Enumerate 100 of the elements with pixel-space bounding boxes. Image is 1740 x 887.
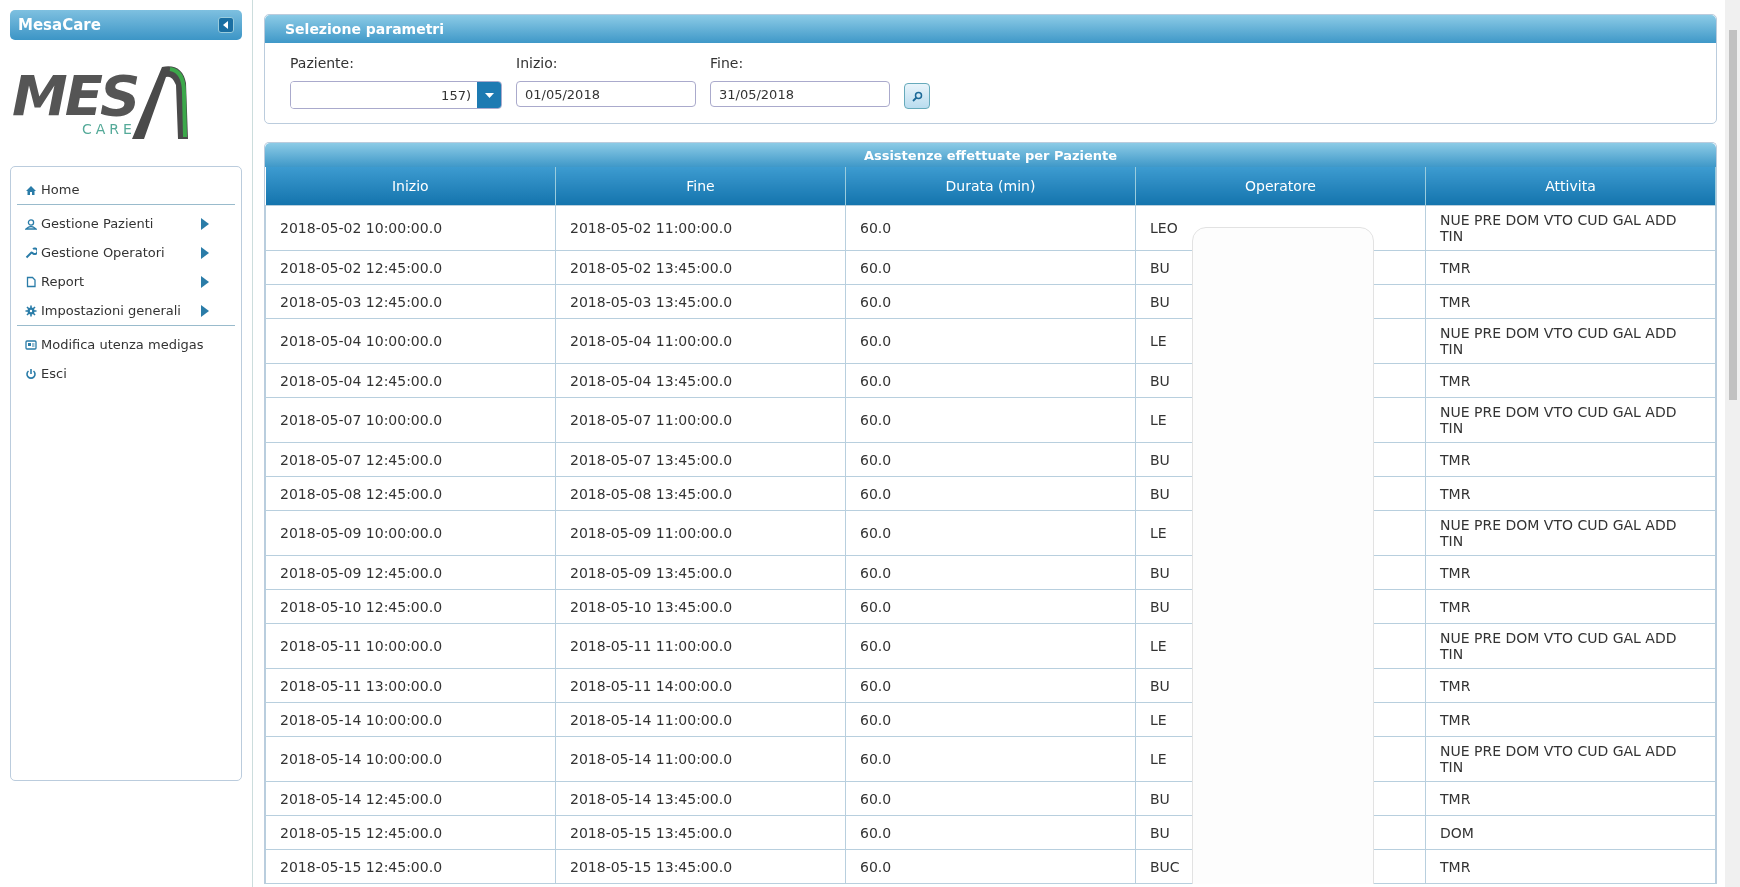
table-cell: 60.0	[845, 736, 1136, 782]
table-cell: 2018-05-07 12:45:00.0	[265, 442, 556, 477]
table-cell: 2018-05-07 10:00:00.0	[265, 397, 556, 443]
table-cell: TMR	[1425, 442, 1716, 477]
search-button[interactable]	[904, 83, 930, 109]
column-header[interactable]: Inizio	[265, 167, 556, 206]
table-cell: DOM	[1425, 815, 1716, 850]
table-cell: 2018-05-08 12:45:00.0	[265, 476, 556, 511]
card-icon	[25, 338, 37, 351]
menu-item[interactable]: Esci	[17, 359, 235, 388]
column-header[interactable]: Operatore	[1135, 167, 1426, 206]
table-cell: 2018-05-10 13:45:00.0	[555, 589, 846, 624]
table-cell: 2018-05-14 11:00:00.0	[555, 702, 846, 737]
table-cell: 2018-05-02 11:00:00.0	[555, 205, 846, 251]
table-cell: 2018-05-09 11:00:00.0	[555, 510, 846, 556]
table-cell: 60.0	[845, 555, 1136, 590]
table-cell: 2018-05-14 13:45:00.0	[555, 781, 846, 816]
column-header[interactable]: Durata (min)	[845, 167, 1136, 206]
table-cell: 2018-05-14 12:45:00.0	[265, 781, 556, 816]
table-cell: 60.0	[845, 668, 1136, 703]
table-cell: TMR	[1425, 555, 1716, 590]
table-cell: 2018-05-02 12:45:00.0	[265, 250, 556, 285]
patient-dropdown[interactable]: 157)	[290, 81, 502, 109]
home-icon	[25, 183, 37, 196]
table-cell: TMR	[1425, 363, 1716, 398]
table-cell: 2018-05-09 10:00:00.0	[265, 510, 556, 556]
column-header[interactable]: Attivita	[1425, 167, 1716, 206]
table-cell: TMR	[1425, 250, 1716, 285]
dropdown-button[interactable]	[477, 82, 501, 108]
submenu-arrow-icon	[199, 217, 211, 230]
wrench-icon	[25, 246, 37, 259]
app-title: MesaCare	[18, 16, 101, 34]
user-icon	[25, 217, 37, 230]
table-cell: 60.0	[845, 589, 1136, 624]
table-cell: 60.0	[845, 510, 1136, 556]
menu-item[interactable]: Report	[17, 267, 235, 296]
scrollbar[interactable]	[1725, 0, 1740, 887]
table-cell: 2018-05-09 12:45:00.0	[265, 555, 556, 590]
table-cell: TMR	[1425, 589, 1716, 624]
table-cell: NUE PRE DOM VTO CUD GAL ADD TIN	[1425, 623, 1716, 669]
gear-icon	[25, 304, 37, 317]
column-header[interactable]: Fine	[555, 167, 846, 206]
date-field[interactable]: 01/05/2018	[516, 81, 696, 107]
table-cell: 2018-05-09 13:45:00.0	[555, 555, 846, 590]
table-cell: NUE PRE DOM VTO CUD GAL ADD TIN	[1425, 510, 1716, 556]
table-cell: TMR	[1425, 781, 1716, 816]
menu-item[interactable]: Gestione Operatori	[17, 238, 235, 267]
table-cell: 60.0	[845, 205, 1136, 251]
table-cell: 2018-05-14 10:00:00.0	[265, 736, 556, 782]
table-cell: 2018-05-02 13:45:00.0	[555, 250, 846, 285]
table-cell: 2018-05-15 13:45:00.0	[555, 815, 846, 850]
table-cell: 2018-05-04 10:00:00.0	[265, 318, 556, 364]
field-label: Paziente:	[290, 55, 355, 71]
table-cell: 60.0	[845, 442, 1136, 477]
search-icon	[911, 90, 923, 102]
date-field[interactable]: 31/05/2018	[710, 81, 890, 107]
table-cell: 2018-05-15 12:45:00.0	[265, 815, 556, 850]
collapse-button[interactable]	[218, 17, 234, 33]
table-cell: 2018-05-03 13:45:00.0	[555, 284, 846, 319]
menu-item[interactable]: Gestione Pazienti	[17, 209, 235, 238]
table-cell: TMR	[1425, 849, 1716, 884]
submenu-arrow-icon	[199, 275, 211, 288]
table-cell: 60.0	[845, 397, 1136, 443]
menu-item[interactable]: Home	[17, 175, 235, 205]
table-cell: 60.0	[845, 623, 1136, 669]
table-cell: 60.0	[845, 476, 1136, 511]
table-cell: 60.0	[845, 318, 1136, 364]
caret-icon	[484, 92, 494, 98]
menu-item[interactable]: Modifica utenza medigas	[17, 330, 235, 359]
table-cell: 60.0	[845, 363, 1136, 398]
table-cell: TMR	[1425, 284, 1716, 319]
table-cell: 60.0	[845, 815, 1136, 850]
table-cell: 2018-05-08 13:45:00.0	[555, 476, 846, 511]
table-cell: 2018-05-04 12:45:00.0	[265, 363, 556, 398]
table-cell: 2018-05-04 11:00:00.0	[555, 318, 846, 364]
panel-title: Selezione parametri	[285, 21, 445, 37]
table-cell: 2018-05-11 13:00:00.0	[265, 668, 556, 703]
table-cell: 60.0	[845, 849, 1136, 884]
table-cell: 2018-05-11 10:00:00.0	[265, 623, 556, 669]
table-cell: 2018-05-10 12:45:00.0	[265, 589, 556, 624]
table-cell: 60.0	[845, 284, 1136, 319]
doc-icon	[25, 275, 37, 288]
power-icon	[25, 367, 37, 380]
table-cell: 2018-05-14 11:00:00.0	[555, 736, 846, 782]
logo: MES CARE	[12, 55, 202, 145]
table-cell: 2018-05-07 11:00:00.0	[555, 397, 846, 443]
table-cell: 60.0	[845, 250, 1136, 285]
menu-item[interactable]: Impostazioni generali	[17, 296, 235, 326]
table-cell: 2018-05-07 13:45:00.0	[555, 442, 846, 477]
table-cell: TMR	[1425, 668, 1716, 703]
table-cell: 60.0	[845, 781, 1136, 816]
submenu-arrow-icon	[199, 304, 211, 317]
table-cell: 2018-05-04 13:45:00.0	[555, 363, 846, 398]
field-label: Fine:	[710, 55, 745, 71]
table-cell: 2018-05-11 14:00:00.0	[555, 668, 846, 703]
submenu-arrow-icon	[199, 246, 211, 259]
table-cell: 2018-05-14 10:00:00.0	[265, 702, 556, 737]
table-cell: NUE PRE DOM VTO CUD GAL ADD TIN	[1425, 397, 1716, 443]
table-cell: NUE PRE DOM VTO CUD GAL ADD TIN	[1425, 205, 1716, 251]
field-label: Inizio:	[516, 55, 559, 71]
